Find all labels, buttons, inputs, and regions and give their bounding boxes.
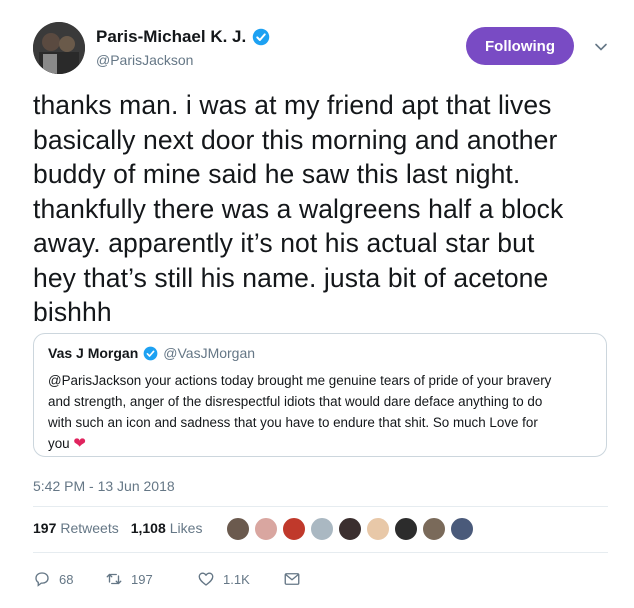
retweets-label[interactable]: Retweets (60, 520, 118, 536)
heart-emoji-icon: ❤ (73, 435, 86, 452)
retweet-count: 197 (131, 571, 153, 587)
chevron-down-icon[interactable] (594, 40, 608, 54)
liker-avatar[interactable] (282, 517, 306, 541)
quoted-text-line: you (48, 436, 70, 451)
liker-avatar[interactable] (366, 517, 390, 541)
liker-avatar[interactable] (310, 517, 334, 541)
quoted-text-line: @ParisJackson your actions today brought… (48, 373, 552, 388)
like-count: 1.1K (223, 571, 250, 587)
liker-avatar[interactable] (450, 517, 474, 541)
avatar[interactable] (33, 22, 85, 74)
heart-icon[interactable] (197, 570, 215, 588)
likes-label[interactable]: Likes (170, 520, 203, 536)
liker-avatar[interactable] (394, 517, 418, 541)
quoted-tweet-header: Vas J Morgan @VasJMorgan (48, 345, 255, 361)
like-action[interactable]: 1.1K (197, 570, 283, 588)
avatar-photo (33, 22, 85, 74)
quoted-author-name: Vas J Morgan (48, 345, 139, 361)
tweet-card: Paris-Michael K. J. @ParisJackson Follow… (0, 0, 634, 608)
reply-count: 68 (59, 571, 74, 587)
tweet-text-line: buddy of mine said he saw this last nigh… (33, 159, 521, 189)
liker-avatar[interactable] (422, 517, 446, 541)
liker-avatars (226, 517, 474, 541)
reply-icon[interactable] (33, 570, 51, 588)
tweet-text: thanks man. i was at my friend apt that … (33, 88, 608, 330)
liker-avatar[interactable] (226, 517, 250, 541)
tweet-timestamp[interactable]: 5:42 PM - 13 Jun 2018 (33, 478, 175, 494)
quoted-text-line: with such an icon and sadness that you h… (48, 415, 538, 430)
envelope-icon[interactable] (283, 570, 301, 588)
tweet-text-line: thanks man. i was at my friend apt that … (33, 90, 552, 120)
quoted-tweet-text: @ParisJackson your actions today brought… (48, 370, 598, 454)
tweet-text-line: thankfully there was a walgreens half a … (33, 193, 564, 224)
reply-action[interactable]: 68 (33, 570, 105, 588)
tweet-text-line: bishhh (33, 297, 112, 327)
retweet-action[interactable]: 197 (105, 570, 197, 588)
quoted-text-line: and strength, anger of the disrespectful… (48, 394, 543, 409)
following-button[interactable]: Following (466, 27, 574, 65)
author-name-row[interactable]: Paris-Michael K. J. (96, 27, 270, 47)
verified-badge-icon (252, 28, 270, 46)
divider (33, 552, 608, 553)
quoted-tweet[interactable]: Vas J Morgan @VasJMorgan @ParisJackson y… (33, 333, 607, 457)
retweet-icon[interactable] (105, 570, 123, 588)
quoted-text-line-last: you ❤ (48, 433, 598, 454)
quoted-author-handle: @VasJMorgan (163, 345, 256, 361)
verified-badge-icon (143, 346, 158, 360)
liker-avatar[interactable] (338, 517, 362, 541)
tweet-text-line: away. apparently it’s not his actual sta… (33, 228, 535, 258)
likes-count[interactable]: 1,108 (131, 520, 166, 536)
tweet-actions: 68 197 1.1K (33, 570, 301, 588)
retweets-count[interactable]: 197 (33, 520, 56, 536)
author-handle[interactable]: @ParisJackson (96, 52, 193, 68)
divider (33, 506, 608, 507)
direct-message-action[interactable] (283, 570, 301, 588)
tweet-stats: 197 Retweets 1,108 Likes (33, 520, 214, 536)
liker-avatar[interactable] (254, 517, 278, 541)
tweet-text-line: hey that’s still his name. justa bit of … (33, 262, 549, 293)
tweet-text-line: basically next door this morning and ano… (33, 124, 558, 155)
author-display-name[interactable]: Paris-Michael K. J. (96, 27, 246, 47)
